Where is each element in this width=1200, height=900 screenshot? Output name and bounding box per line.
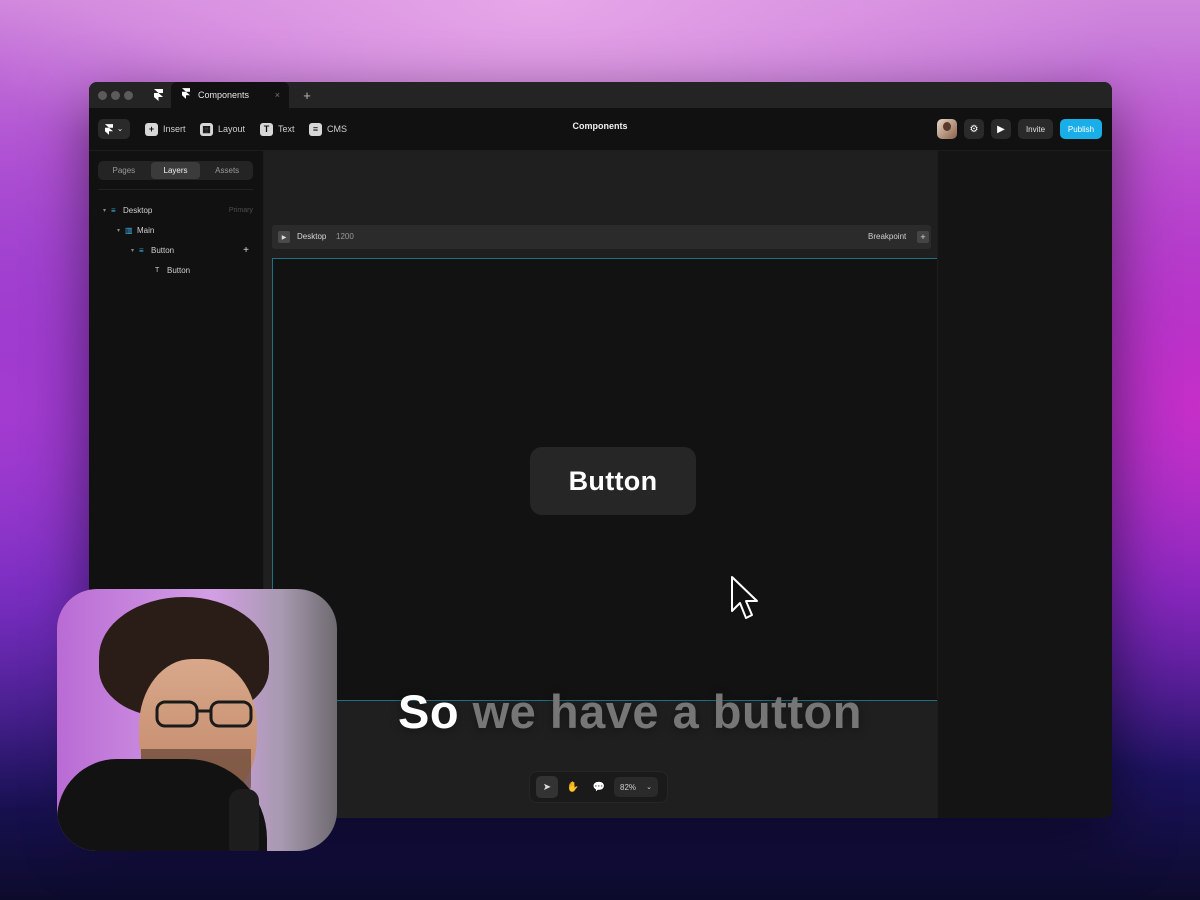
- framer-tab-icon: [182, 88, 194, 102]
- caption-spoken: So: [398, 685, 460, 738]
- avatar[interactable]: [937, 119, 957, 139]
- framer-menu-icon: [105, 123, 114, 135]
- add-breakpoint-icon[interactable]: +: [917, 231, 929, 243]
- button-component[interactable]: Button: [530, 447, 696, 515]
- layout-button[interactable]: ▦ Layout: [200, 120, 245, 138]
- columns-icon: ▥: [125, 225, 133, 235]
- text-button[interactable]: T Text: [260, 120, 295, 138]
- layer-badge: Primary: [228, 206, 253, 214]
- desktop-frame[interactable]: Button: [272, 258, 937, 701]
- main-menu-button[interactable]: ⌄: [98, 119, 130, 139]
- tab-assets[interactable]: Assets: [202, 162, 252, 179]
- layer-label: Desktop: [123, 205, 153, 215]
- zoom-window-dot[interactable]: [124, 91, 133, 100]
- layout-label: Layout: [218, 124, 246, 134]
- cursor-arrow-icon: [731, 576, 758, 619]
- preview-button[interactable]: ▶: [991, 119, 1011, 139]
- chevron-down-icon: ⌄: [646, 784, 652, 791]
- gear-icon: ⚙: [969, 123, 979, 135]
- framer-logo-icon[interactable]: [147, 82, 169, 108]
- panel-divider: [98, 189, 253, 190]
- tab-bar: Components × +: [89, 82, 1112, 108]
- layer-label: Main: [137, 225, 155, 235]
- cms-button[interactable]: ≡ CMS: [309, 120, 347, 138]
- select-tool-icon[interactable]: ➤: [536, 776, 558, 798]
- text-label: Text: [278, 124, 295, 134]
- settings-button[interactable]: ⚙: [964, 119, 984, 139]
- invite-button[interactable]: Invite: [1018, 119, 1053, 139]
- stack-icon: ≡: [111, 205, 116, 215]
- layer-label: Button: [167, 265, 191, 275]
- tab-pages[interactable]: Pages: [99, 162, 149, 179]
- expand-caret-icon: ▾: [117, 227, 121, 234]
- text-tool-icon: T: [260, 122, 273, 136]
- caption-upcoming: we have a button: [472, 685, 862, 738]
- add-layer-icon[interactable]: +: [243, 245, 249, 256]
- minimize-window-dot[interactable]: [111, 91, 120, 100]
- subtitle-caption: So we have a button: [398, 684, 862, 739]
- close-window-dot[interactable]: [98, 91, 107, 100]
- expand-caret-icon: ▾: [103, 207, 107, 214]
- glasses-icon: [155, 700, 253, 728]
- cms-label: CMS: [327, 124, 347, 134]
- project-title: Components: [572, 121, 628, 131]
- plus-icon: +: [145, 122, 158, 136]
- properties-panel: [937, 151, 1112, 818]
- insert-label: Insert: [163, 124, 186, 134]
- layer-button-text[interactable]: T Button: [155, 263, 253, 277]
- layer-main[interactable]: ▾ ▥ Main: [117, 223, 253, 237]
- webcam-overlay: [57, 589, 337, 851]
- comment-tool-icon[interactable]: 💬: [588, 776, 610, 798]
- new-tab-button[interactable]: +: [299, 86, 315, 104]
- tab-close-icon[interactable]: ×: [275, 90, 280, 100]
- insert-button[interactable]: + Insert: [145, 120, 186, 138]
- hand-tool-icon[interactable]: ✋: [562, 776, 584, 798]
- play-icon: ▶: [997, 123, 1005, 135]
- publish-button[interactable]: Publish: [1060, 119, 1102, 139]
- panel-tabs: Pages Layers Assets: [98, 161, 253, 180]
- layout-icon: ▦: [200, 122, 213, 136]
- microphone-icon: [229, 789, 259, 851]
- breakpoint-width: 1200: [336, 232, 354, 241]
- breakpoint-title: Desktop: [297, 232, 327, 241]
- layer-label: Button: [151, 245, 175, 255]
- breakpoint-button[interactable]: Breakpoint: [868, 232, 906, 241]
- breakpoint-bar: ▶ Desktop 1200 Breakpoint +: [272, 225, 931, 249]
- text-icon: T: [155, 266, 160, 274]
- stack-icon: ≡: [139, 245, 144, 255]
- tab-components[interactable]: Components ×: [171, 82, 289, 108]
- zoom-value: 82%: [620, 782, 637, 792]
- layer-button-component[interactable]: ▾ ≡ Button +: [131, 243, 249, 257]
- toolbar: ⌄ + Insert ▦ Layout T Text ≡ CMS Compone…: [89, 108, 1112, 151]
- database-icon: ≡: [309, 122, 322, 136]
- expand-caret-icon: ▾: [131, 247, 135, 254]
- chevron-down-icon: ⌄: [117, 126, 123, 133]
- canvas-toolbar: ➤ ✋ 💬 82% ⌄: [529, 771, 668, 803]
- tab-label: Components: [198, 90, 250, 100]
- zoom-select[interactable]: 82% ⌄: [614, 777, 658, 797]
- layer-desktop[interactable]: ▾ ≡ Desktop Primary: [103, 203, 253, 217]
- tab-layers[interactable]: Layers: [150, 162, 201, 179]
- play-icon[interactable]: ▶: [278, 231, 290, 243]
